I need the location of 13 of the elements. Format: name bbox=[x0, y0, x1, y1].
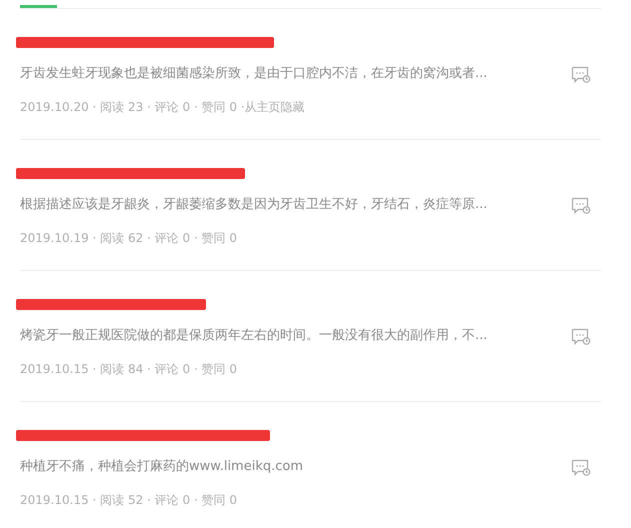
comment-clock-icon[interactable] bbox=[571, 328, 591, 344]
article-meta: 2019.10.15 · 阅读 84 · 评论 0 · 赞同 0 bbox=[20, 361, 238, 378]
comment-clock-icon[interactable] bbox=[571, 66, 591, 82]
article-excerpt: 种植牙不痛，种植会打麻药的www.limeikq.com bbox=[20, 458, 304, 476]
article-excerpt: 牙齿发生蛀牙现象也是被细菌感染所致，是由于口腔内不洁，在牙齿的窝沟或者... bbox=[20, 65, 488, 84]
hide-from-homepage-link[interactable]: 从主页隐藏 bbox=[244, 98, 305, 116]
article-meta: 2019.10.19 · 阅读 62 · 评论 0 · 赞同 0 bbox=[20, 230, 238, 247]
article-meta: 2019.10.20 · 阅读 23 · 评论 0 · 赞同 0 · bbox=[20, 99, 245, 116]
article-excerpt: 烤瓷牙一般正规医院做的都是保质两年左右的时间。一般没有很大的副作用，不... bbox=[20, 327, 488, 346]
article-excerpt: 根据描述应该是牙龈炎，牙龈萎缩多数是因为牙齿卫生不好，牙结石，炎症等原... bbox=[20, 196, 488, 214]
comment-clock-icon[interactable] bbox=[571, 458, 591, 476]
article-meta: 2019.10.15 · 阅读 52 · 评论 0 · 赞同 0 bbox=[20, 492, 238, 509]
comment-clock-icon[interactable] bbox=[571, 196, 591, 214]
